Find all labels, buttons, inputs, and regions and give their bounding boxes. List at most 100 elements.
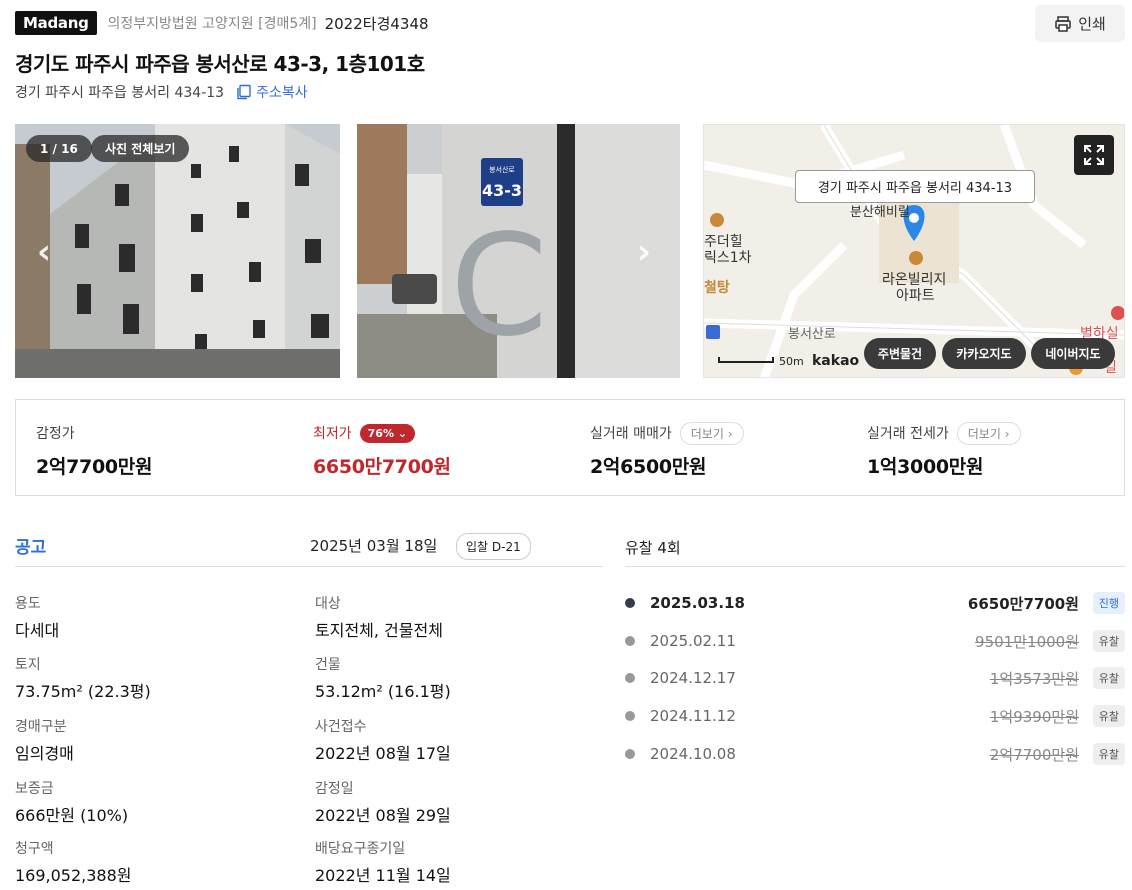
- status-dot: [625, 673, 635, 683]
- history-date: 2025.02.11: [650, 632, 736, 650]
- min-price-percent-badge: 76% ⌄: [359, 423, 416, 443]
- history-date: 2024.12.17: [650, 669, 736, 687]
- map-label-2: 릭스1차: [704, 250, 752, 266]
- chevron-right-icon: ›: [1004, 426, 1010, 441]
- map-address-tooltip: 경기 파주시 파주읍 봉서리 434-13: [795, 170, 1035, 203]
- field-land: 토지 73.75m² (22.3평): [15, 654, 151, 702]
- print-button[interactable]: 인쇄: [1035, 5, 1125, 42]
- copy-icon: [237, 84, 251, 100]
- case-number: 2022타경4348: [324, 14, 429, 33]
- wall-sign-illustration: 봉서산로 43-3 C: [357, 124, 680, 378]
- field-deposit: 보증금 666만원 (10%): [15, 778, 128, 826]
- map-label-5: 철탕: [704, 280, 730, 296]
- history-row: 2024.11.12 1억9390만원 유찰: [625, 704, 1125, 728]
- sign-number: 43-3: [482, 181, 522, 200]
- brand-logo[interactable]: Madang: [15, 11, 97, 35]
- print-label: 인쇄: [1078, 15, 1106, 33]
- field-auction-type: 경매구분임의경매: [15, 716, 74, 764]
- map-brand: kakao: [812, 353, 860, 369]
- field-key: 용도: [15, 596, 41, 612]
- property-photo-1[interactable]: 1 / 16 사진 전체보기 ‹: [15, 124, 340, 378]
- history-date: 2024.10.08: [650, 745, 736, 763]
- prev-photo-arrow-icon[interactable]: ‹: [37, 232, 51, 272]
- field-key: 감정일: [315, 781, 354, 797]
- price-summary: 감정가 2억7700만원 최저가 76% ⌄ 6650만7700원 실거래 매매…: [15, 399, 1125, 496]
- history-price: 9501만1000원: [975, 632, 1079, 651]
- sale-price: 실거래 매매가 더보기 › 2억6500만원: [570, 400, 847, 495]
- dday-badge: 입찰 D-21: [456, 533, 531, 560]
- history-status-badge: 진행: [1092, 592, 1125, 614]
- appraisal-value: 2억7700만원: [36, 456, 153, 478]
- field-value: 임의경매: [15, 744, 74, 763]
- property-photo-2[interactable]: 봉서산로 43-3 C ›: [357, 124, 680, 378]
- min-price-percent: 76%: [367, 426, 394, 440]
- field-claim: 청구액 169,052,388원: [15, 838, 132, 886]
- history-price: 6650만7700원: [967, 594, 1079, 613]
- page-title: 경기도 파주시 파주읍 봉서산로 43-3, 1층101호: [15, 52, 425, 76]
- map-label-0: 분산해비릴: [850, 205, 910, 220]
- minimum-price: 최저가 76% ⌄ 6650만7700원: [293, 400, 570, 495]
- field-target: 대상토지전체, 건물전체: [315, 593, 443, 641]
- sale-price-value: 2억6500만원: [590, 456, 707, 478]
- appraisal-price: 감정가 2억7700만원: [16, 400, 293, 495]
- nearby-items-button[interactable]: 주변물건: [864, 338, 936, 369]
- notice-title[interactable]: 공고: [15, 533, 46, 558]
- field-case-received: 사건접수 2022년 08월 17일: [315, 716, 451, 764]
- history-date: 2024.11.12: [650, 707, 736, 725]
- status-dot: [625, 636, 635, 646]
- chevron-right-icon: ›: [727, 426, 733, 441]
- map-scale-label: 50m: [779, 355, 804, 368]
- wall-letter: C: [450, 205, 548, 368]
- lease-more-button[interactable]: 더보기 ›: [956, 421, 1021, 445]
- naver-map-button[interactable]: 네이버지도: [1031, 338, 1115, 369]
- history-status-badge: 유찰: [1092, 667, 1125, 689]
- history-row: 2025.02.11 9501만1000원 유찰: [625, 629, 1125, 653]
- map-expand-button[interactable]: [1074, 135, 1114, 175]
- view-all-photos-button[interactable]: 사진 전체보기: [91, 135, 190, 162]
- kakao-map-button[interactable]: 카카오지도: [942, 338, 1026, 369]
- top-bar: Madang 의정부지방법원 고양지원 [경매5계] 2022타경4348: [15, 10, 429, 36]
- lease-price: 실거래 전세가 더보기 › 1억3000만원: [847, 400, 1124, 495]
- history-price: 2억7700만원: [989, 745, 1079, 764]
- history-price: 1억9390만원: [989, 707, 1079, 726]
- sale-price-label: 실거래 매매가: [590, 426, 672, 442]
- notice-header: 공고 2025년 03월 18일 입찰 D-21: [15, 533, 603, 567]
- appraisal-label: 감정가: [36, 426, 75, 442]
- copy-address-label: 주소복사: [256, 85, 308, 101]
- field-value: 73.75m² (22.3평): [15, 682, 151, 701]
- expand-icon: [1084, 145, 1104, 165]
- map-label-6: 봉서산로: [788, 327, 836, 342]
- field-key: 토지: [15, 657, 41, 673]
- sale-more-button[interactable]: 더보기 ›: [679, 421, 744, 445]
- location-map[interactable]: 경기 파주시 파주읍 봉서리 434-13 분산해비릴 주더힐 릭스1차 라온빌…: [703, 124, 1125, 378]
- field-key: 대상: [315, 596, 341, 612]
- history-row: 2024.10.08 2억7700만원 유찰: [625, 742, 1125, 766]
- field-value: 2022년 08월 17일: [315, 744, 451, 763]
- history-price: 1억3573만원: [989, 669, 1079, 688]
- field-value: 다세대: [15, 621, 60, 640]
- copy-address-button[interactable]: 주소복사: [236, 82, 308, 102]
- building-illustration: [15, 124, 340, 378]
- field-usage: 용도다세대: [15, 593, 59, 641]
- field-value: 666만원 (10%): [15, 806, 129, 825]
- lease-more-label: 더보기: [967, 426, 1001, 441]
- field-key: 경매구분: [15, 719, 67, 735]
- next-photo-arrow-icon[interactable]: ›: [637, 232, 651, 272]
- divider: [625, 566, 1125, 567]
- sale-more-label: 더보기: [690, 426, 724, 441]
- lease-price-label: 실거래 전세가: [867, 426, 949, 442]
- field-key: 보증금: [15, 781, 54, 797]
- address-row: 경기 파주시 파주읍 봉서리 434-13 주소복사: [15, 82, 308, 102]
- printer-icon: [1055, 15, 1071, 32]
- lot-address: 경기 파주시 파주읍 봉서리 434-13: [15, 85, 225, 101]
- field-value: 토지전체, 건물전체: [315, 621, 443, 640]
- history-row-current: 2025.03.18 6650만7700원 진행: [625, 591, 1125, 615]
- status-dot: [625, 598, 635, 608]
- min-price-label: 최저가: [313, 426, 352, 442]
- min-price-value: 6650만7700원: [313, 456, 451, 478]
- bid-date: 2025년 03월 18일: [310, 537, 438, 555]
- field-key: 배당요구종기일: [315, 841, 406, 857]
- history-status-badge: 유찰: [1092, 743, 1125, 765]
- field-value: 2022년 11월 14일: [315, 866, 451, 885]
- history-row: 2024.12.17 1억3573만원 유찰: [625, 666, 1125, 690]
